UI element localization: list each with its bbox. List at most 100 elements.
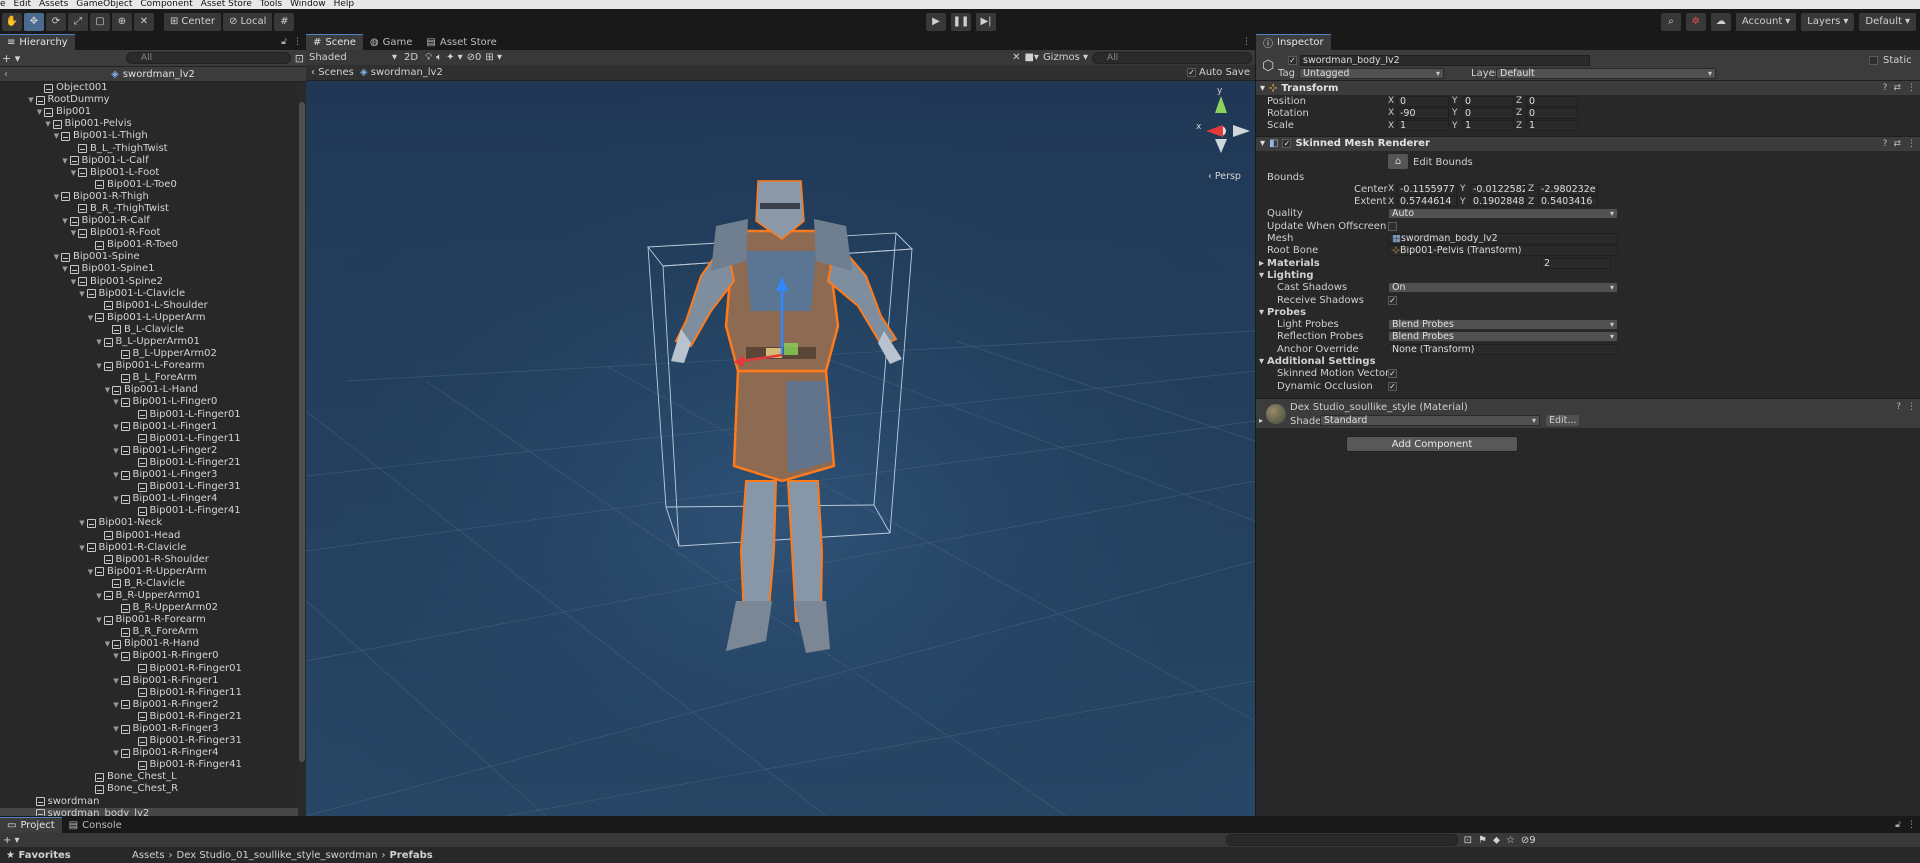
hierarchy-item[interactable]: ▼ Bip001-R-UpperArm bbox=[0, 566, 298, 578]
shading-mode-dropdown[interactable]: Shaded ▾ bbox=[309, 52, 397, 63]
rect-tool-icon[interactable]: ▢ bbox=[90, 12, 110, 31]
rotation-y-field[interactable]: 0 bbox=[1462, 107, 1514, 119]
root-bone-field[interactable]: ⊹Bip001-Pelvis (Transform) bbox=[1388, 245, 1618, 257]
hierarchy-item[interactable]: Bip001-R-Toe0 bbox=[0, 239, 298, 251]
hierarchy-item[interactable]: ▼ Bip001-R-Finger1 bbox=[0, 675, 298, 687]
extent-z-field[interactable]: 0.5403416 bbox=[1538, 196, 1598, 208]
more-icon[interactable]: ⋮ bbox=[1242, 37, 1251, 47]
account-dropdown[interactable]: Account ▾ bbox=[1735, 12, 1797, 31]
menu-item[interactable]: Edit bbox=[14, 0, 31, 9]
more-icon[interactable]: ⋮ bbox=[1907, 83, 1916, 93]
more-icon[interactable]: ⋮ bbox=[1907, 820, 1916, 830]
hierarchy-item[interactable]: B_R-Clavicle bbox=[0, 578, 298, 590]
expand-arrow-icon[interactable]: ▼ bbox=[35, 106, 44, 118]
pivot-center-button[interactable]: ⊞ Center bbox=[164, 12, 222, 31]
more-icon[interactable]: ⋮ bbox=[1907, 402, 1916, 412]
hierarchy-item[interactable]: swordman bbox=[0, 796, 298, 808]
rotate-tool-icon[interactable]: ⟳ bbox=[46, 12, 66, 31]
gizmos-dropdown[interactable]: Gizmos ▾ bbox=[1043, 52, 1088, 63]
hierarchy-item[interactable]: Bip001-L-Toe0 bbox=[0, 179, 298, 191]
hierarchy-item[interactable]: ▼ Bip001-R-Finger3 bbox=[0, 723, 298, 735]
tag-dropdown[interactable]: Untagged bbox=[1299, 68, 1444, 79]
receive-shadows-checkbox[interactable]: ✓ bbox=[1388, 295, 1397, 305]
collab-icon[interactable]: ✲ bbox=[1685, 12, 1706, 31]
expand-arrow-icon[interactable]: ▼ bbox=[103, 638, 112, 650]
expand-arrow-icon[interactable]: ▼ bbox=[95, 590, 104, 602]
hierarchy-item[interactable]: Bone_Chest_R bbox=[0, 783, 298, 795]
expand-arrow-icon[interactable]: ▼ bbox=[112, 445, 121, 457]
add-icon[interactable]: + ▾ bbox=[2, 52, 122, 65]
hierarchy-item[interactable]: B_R-UpperArm02 bbox=[0, 602, 298, 614]
expand-arrow-icon[interactable]: ▼ bbox=[61, 155, 70, 167]
project-search-input[interactable] bbox=[1225, 834, 1458, 846]
hierarchy-scrollbar[interactable] bbox=[298, 82, 306, 816]
object-name-field[interactable]: swordman_body_lv2 bbox=[1300, 55, 1590, 66]
expand-arrow-icon[interactable]: ▼ bbox=[112, 469, 121, 481]
layer-dropdown[interactable]: Default bbox=[1496, 68, 1716, 79]
favorites-item[interactable]: ★ Favorites bbox=[0, 850, 132, 861]
position-z-field[interactable]: 0 bbox=[1526, 95, 1578, 107]
active-checkbox[interactable]: ✓ bbox=[1288, 56, 1297, 65]
lighting-row[interactable]: ▾ Lighting bbox=[1256, 269, 1920, 281]
hierarchy-item[interactable]: ▼ Bip001-L-Finger3 bbox=[0, 469, 298, 481]
expand-arrow-icon[interactable]: ▼ bbox=[112, 723, 121, 735]
materials-count-field[interactable]: 2 bbox=[1541, 257, 1611, 269]
scale-tool-icon[interactable]: ⤢ bbox=[68, 12, 88, 31]
anchor-override-field[interactable]: None (Transform) bbox=[1388, 343, 1618, 355]
expand-arrow-icon[interactable]: ▼ bbox=[61, 215, 70, 227]
hierarchy-item[interactable]: ▼ B_L-UpperArm01 bbox=[0, 336, 298, 348]
auto-save-toggle[interactable]: ✓ Auto Save bbox=[1187, 67, 1250, 78]
scale-z-field[interactable]: 1 bbox=[1526, 120, 1578, 132]
scale-y-field[interactable]: 1 bbox=[1462, 120, 1514, 132]
layout-dropdown[interactable]: Default ▾ bbox=[1859, 12, 1916, 31]
hierarchy-item[interactable]: Bip001-R-Finger31 bbox=[0, 735, 298, 747]
rotation-x-field[interactable]: -90 bbox=[1397, 107, 1449, 119]
help-icon[interactable]: ? bbox=[1883, 83, 1888, 93]
expand-arrow-icon[interactable]: ▼ bbox=[86, 312, 95, 324]
help-icon[interactable]: ? bbox=[1883, 139, 1888, 149]
center-z-field[interactable]: -2.980232e bbox=[1538, 183, 1598, 195]
hierarchy-item[interactable]: Bone_Chest_L bbox=[0, 771, 298, 783]
hierarchy-item[interactable]: Bip001-L-Finger01 bbox=[0, 409, 298, 421]
hierarchy-item[interactable]: ▼ Bip001-Spine bbox=[0, 251, 298, 263]
hierarchy-item[interactable]: ▼ Bip001-R-Hand bbox=[0, 638, 298, 650]
hierarchy-item[interactable]: ▼ B_R-UpperArm01 bbox=[0, 590, 298, 602]
expand-arrow-icon[interactable]: ▼ bbox=[61, 263, 70, 275]
smr-enabled-checkbox[interactable]: ✓ bbox=[1282, 139, 1292, 149]
breadcrumb-pack[interactable]: Dex Studio_01_soullike_style_swordman bbox=[177, 850, 378, 861]
transform-tool-icon[interactable]: ⊕ bbox=[112, 12, 132, 31]
smr-header[interactable]: ▾ ◧ ✓ Skinned Mesh Renderer ? ⇄ ⋮ bbox=[1256, 135, 1920, 151]
expand-arrow-icon[interactable]: ▼ bbox=[52, 130, 61, 142]
effects-icon[interactable]: ✦ ▾ bbox=[446, 52, 463, 63]
tab-asset-store[interactable]: ▤ Asset Store bbox=[419, 34, 503, 50]
skinned-motion-checkbox[interactable]: ✓ bbox=[1388, 369, 1397, 379]
center-x-field[interactable]: -0.1155977 bbox=[1397, 183, 1457, 195]
hierarchy-item[interactable]: Bip001-R-Shoulder bbox=[0, 554, 298, 566]
scrollbar-thumb[interactable] bbox=[299, 102, 305, 762]
tools-icon[interactable]: ✕ bbox=[1012, 52, 1020, 63]
hierarchy-item[interactable]: B_L_-ThighTwist bbox=[0, 142, 298, 154]
hierarchy-item[interactable]: B_L_ForeArm bbox=[0, 372, 298, 384]
rotation-z-field[interactable]: 0 bbox=[1526, 107, 1578, 119]
menu-item[interactable]: e bbox=[0, 0, 6, 9]
hierarchy-item[interactable]: ▼ Bip001-R-Clavicle bbox=[0, 542, 298, 554]
preset-icon[interactable]: ⇄ bbox=[1893, 139, 1901, 149]
breadcrumb-prefabs[interactable]: Prefabs bbox=[389, 850, 432, 861]
expand-arrow-icon[interactable]: ▼ bbox=[112, 493, 121, 505]
transform-header[interactable]: ▾ ⊹ Transform ? ⇄ ⋮ bbox=[1256, 80, 1920, 95]
hierarchy-item[interactable]: ▼ Bip001-L-Calf bbox=[0, 155, 298, 167]
hierarchy-item[interactable]: ▼ Bip001-R-Foot bbox=[0, 227, 298, 239]
shader-edit-button[interactable]: Edit... bbox=[1546, 415, 1580, 427]
hierarchy-item[interactable]: ▼ RootDummy bbox=[0, 94, 298, 106]
center-y-field[interactable]: -0.0122582 bbox=[1470, 183, 1526, 195]
position-y-field[interactable]: 0 bbox=[1462, 95, 1514, 107]
hierarchy-item[interactable]: ▼ Bip001-Spine1 bbox=[0, 263, 298, 275]
camera-icon[interactable]: ■▾ bbox=[1024, 52, 1038, 63]
layers-dropdown[interactable]: Layers ▾ bbox=[1801, 12, 1855, 31]
hierarchy-item[interactable]: ▼ Bip001-L-Foot bbox=[0, 167, 298, 179]
hierarchy-item[interactable]: Bip001-L-Shoulder bbox=[0, 300, 298, 312]
hierarchy-item[interactable]: ▼ Bip001-L-Finger4 bbox=[0, 493, 298, 505]
preset-icon[interactable]: ⇄ bbox=[1893, 83, 1901, 93]
expand-arrow-icon[interactable]: ▼ bbox=[44, 118, 53, 130]
expand-arrow-icon[interactable]: ▼ bbox=[103, 384, 112, 396]
